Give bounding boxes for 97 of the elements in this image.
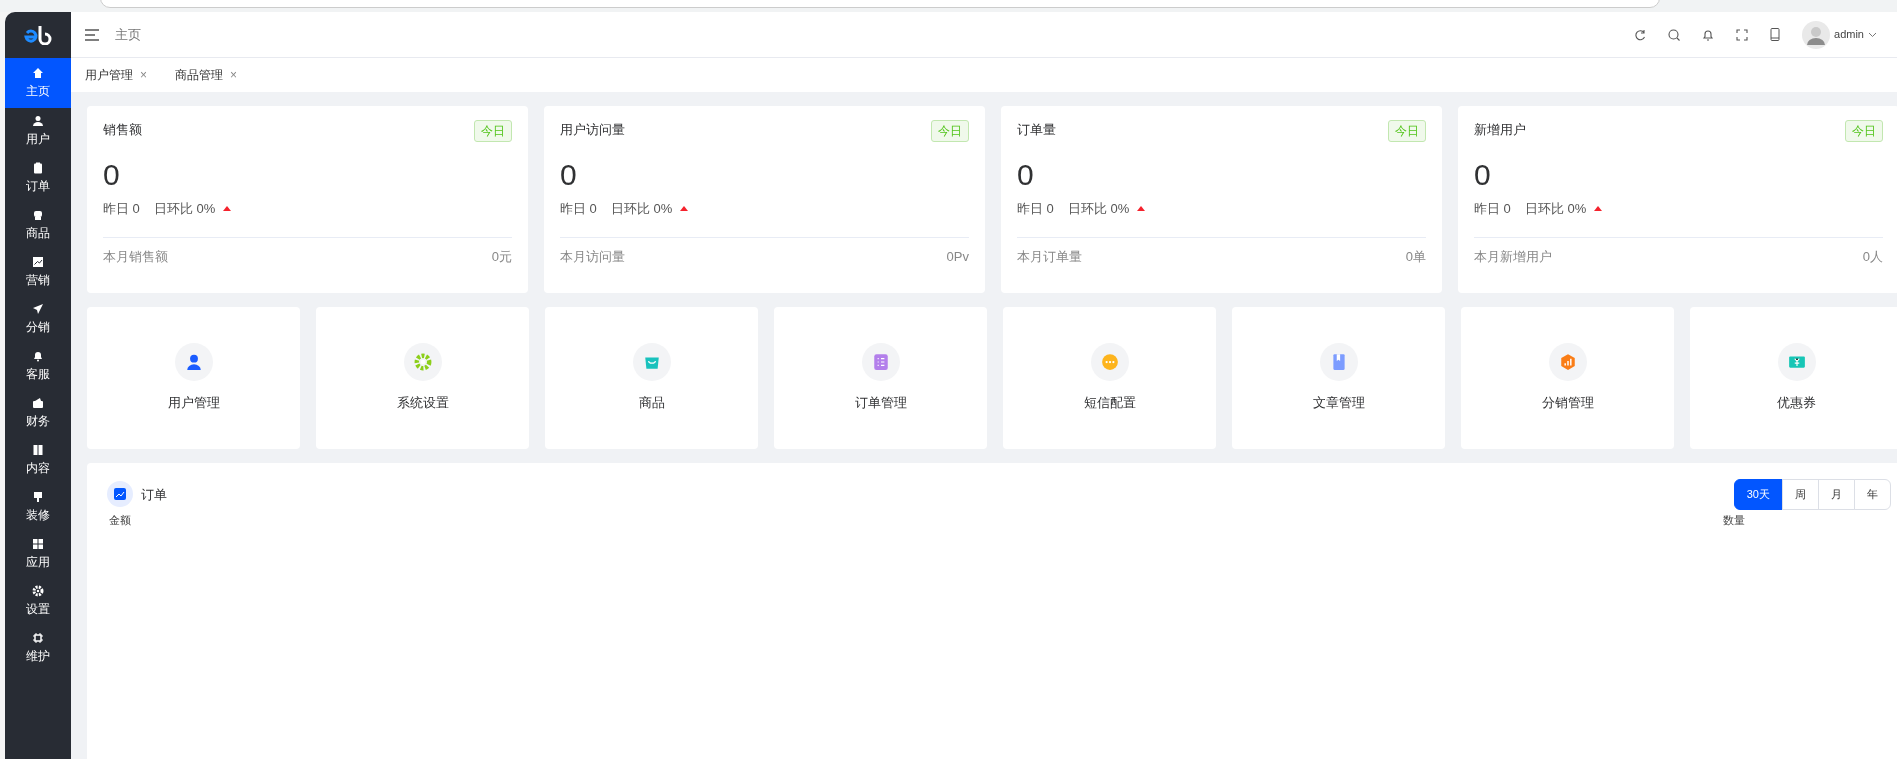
period-tag: 今日 [931, 120, 969, 142]
yesterday-value: 昨日 0 [560, 200, 597, 218]
refresh-icon[interactable] [1634, 28, 1647, 41]
stat-value: 0 [103, 158, 120, 191]
shortcut-label: 短信配置 [1083, 394, 1136, 413]
close-tab-button[interactable]: × [140, 66, 147, 84]
sidebar-item[interactable]: 维护 [5, 625, 71, 672]
person-icon [32, 115, 44, 127]
axis-label: 金额 [109, 512, 131, 528]
month-label: 本月访问量 [560, 247, 625, 266]
period-button[interactable]: 30天 [1733, 479, 1783, 510]
sidebar-item[interactable]: 设置 [5, 578, 71, 625]
search-icon[interactable] [1668, 28, 1681, 41]
shortcut-label: 文章管理 [1312, 394, 1365, 413]
bell-icon [32, 350, 44, 362]
sidebar-item[interactable]: 应用 [5, 531, 71, 578]
home-icon [32, 66, 44, 79]
close-tab-button[interactable]: × [230, 66, 238, 84]
tablet-icon[interactable] [1770, 28, 1781, 41]
shortcut-card[interactable]: 短信配置 [1003, 307, 1216, 449]
stat-title: 新增用户 [1474, 121, 1526, 139]
yesterday-value: 昨日 0 [1474, 200, 1511, 218]
up-triangle-icon [1137, 206, 1146, 212]
up-triangle-icon [1594, 206, 1603, 212]
gear-icon [32, 585, 44, 597]
period-tag: 今日 [474, 120, 512, 142]
month-value: 0元 [491, 247, 512, 266]
day-ratio: 日环比 0% [1524, 200, 1587, 218]
yesterday-value: 昨日 0 [103, 200, 140, 218]
axis-label: 数量 [1723, 512, 1745, 528]
shortcut-card[interactable]: 订单管理 [774, 307, 987, 449]
sidebar-item[interactable]: 内容 [5, 437, 71, 484]
yesterday-value: 昨日 0 [1017, 200, 1054, 218]
menu-icon[interactable] [85, 28, 99, 41]
stat-value: 0 [1017, 158, 1034, 191]
chart-icon [32, 256, 44, 268]
caret-icon[interactable] [1868, 31, 1877, 38]
month-value: 0Pv [946, 247, 969, 266]
bell-icon[interactable] [1702, 28, 1715, 41]
day-ratio: 日环比 0% [610, 200, 673, 218]
shortcut-card[interactable]: 优惠券 [1690, 307, 1897, 449]
brush-icon [32, 491, 44, 503]
shortcut-card[interactable]: 系统设置 [316, 307, 529, 449]
month-label: 本月订单量 [1017, 247, 1082, 266]
fullscreen-icon[interactable] [1736, 28, 1749, 41]
shortcut-card[interactable]: 商品 [545, 307, 758, 449]
book-icon [32, 444, 44, 456]
panel-title: 订单 [141, 485, 167, 504]
period-tag: 今日 [1845, 120, 1883, 142]
wallet-icon [32, 397, 44, 409]
stat-title: 用户访问量 [560, 121, 625, 139]
grid-icon [32, 538, 44, 550]
sidebar-item[interactable]: 客服 [5, 343, 71, 390]
month-value: 0人 [1862, 247, 1883, 266]
sidebar-item[interactable]: 装修 [5, 484, 71, 531]
day-ratio: 日环比 0% [153, 200, 216, 218]
username[interactable]: admin [1834, 26, 1864, 43]
month-label: 本月销售额 [103, 247, 168, 266]
shortcut-card[interactable]: 分销管理 [1461, 307, 1674, 449]
stat-value: 0 [1474, 158, 1491, 191]
period-button[interactable]: 月 [1818, 479, 1855, 510]
shortcut-card[interactable]: 用户管理 [87, 307, 300, 449]
month-label: 本月新增用户 [1474, 247, 1552, 266]
sidebar-item[interactable]: 营销 [5, 249, 71, 296]
period-button[interactable]: 年 [1854, 479, 1891, 510]
tab[interactable]: 用户管理 [85, 66, 133, 84]
shortcut-label: 分销管理 [1541, 394, 1594, 413]
shortcut-label: 商品 [638, 394, 665, 413]
month-value: 0单 [1405, 247, 1426, 266]
stat-title: 销售额 [103, 121, 142, 139]
sidebar-item[interactable]: 商品 [5, 202, 71, 249]
shortcut-label: 系统设置 [396, 394, 449, 413]
shortcut-label: 用户管理 [167, 394, 220, 413]
tab[interactable]: 商品管理 [175, 66, 223, 84]
chart-icon [107, 481, 133, 508]
breadcrumb[interactable]: 主页 [115, 24, 141, 45]
shortcut-card[interactable]: 文章管理 [1232, 307, 1445, 449]
day-ratio: 日环比 0% [1067, 200, 1130, 218]
chip-icon [32, 632, 44, 644]
sidebar-item[interactable]: 财务 [5, 390, 71, 437]
clipboard-icon [32, 162, 44, 174]
period-button[interactable]: 周 [1782, 479, 1819, 510]
stat-value: 0 [560, 158, 577, 191]
avatar-icon[interactable] [1802, 20, 1831, 49]
sidebar-item[interactable]: 分销 [5, 296, 71, 343]
box-icon [32, 209, 44, 221]
stat-title: 订单量 [1017, 121, 1056, 139]
shortcut-label: 订单管理 [854, 394, 907, 413]
sidebar-item[interactable]: 用户 [5, 108, 71, 155]
paper-plane-icon [32, 303, 44, 315]
shortcut-label: 优惠券 [1777, 394, 1816, 413]
logo-icon [23, 25, 53, 45]
period-tag: 今日 [1388, 120, 1426, 142]
sidebar-item[interactable]: 订单 [5, 155, 71, 202]
up-triangle-icon [223, 206, 232, 212]
sidebar-item[interactable]: 主页 [5, 58, 71, 108]
up-triangle-icon [680, 206, 689, 212]
